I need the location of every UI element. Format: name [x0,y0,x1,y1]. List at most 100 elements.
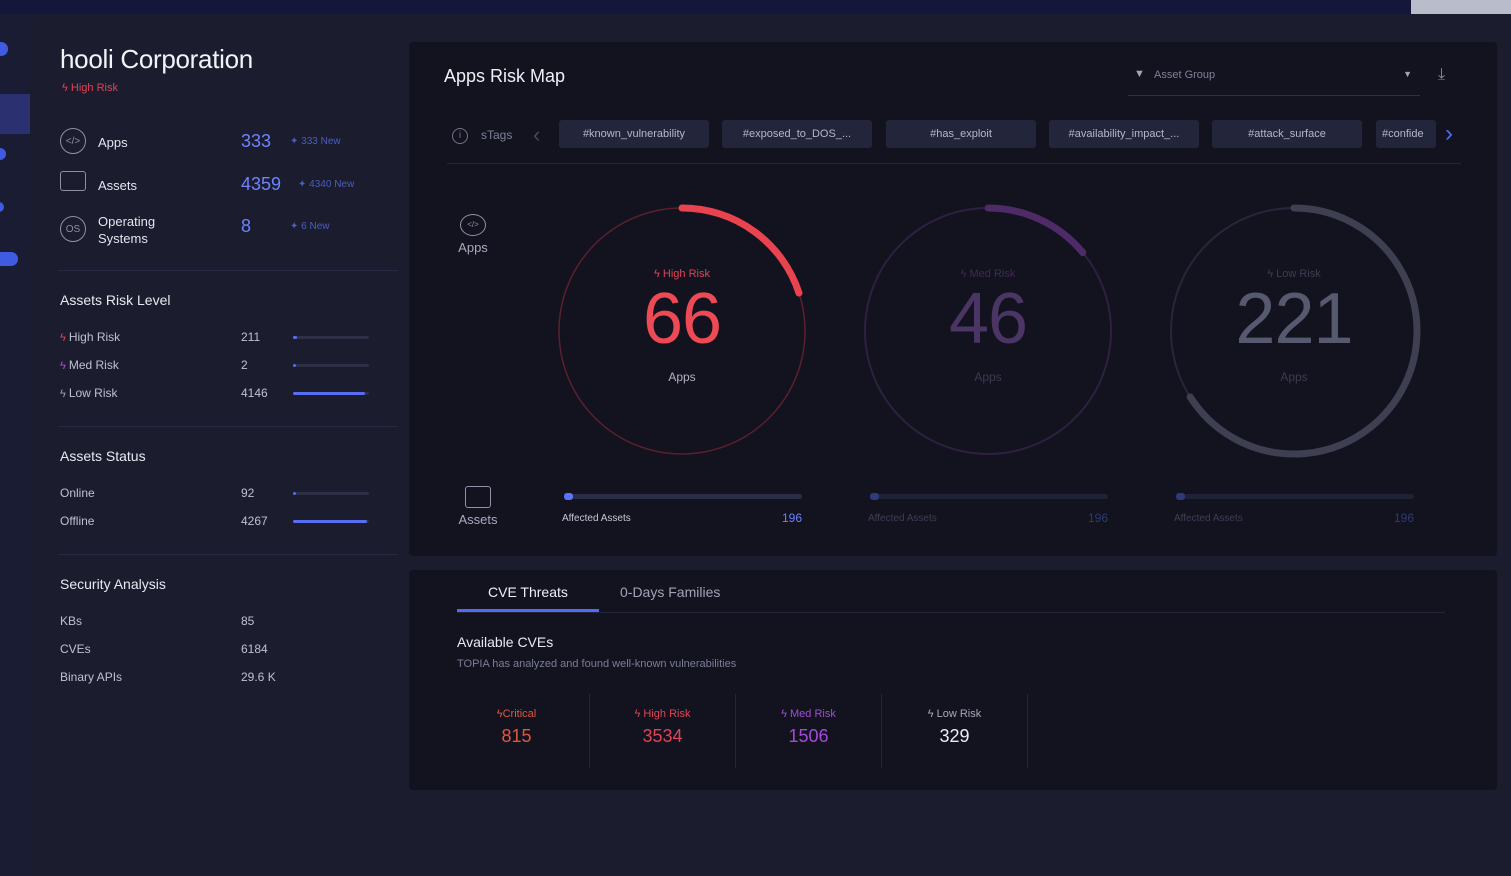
assets-status-online-value: 92 [241,486,255,500]
active-tab-indicator [457,609,599,612]
bar-fill [293,336,297,339]
cve-high[interactable]: ϟ High Risk 3534 [590,694,736,768]
apps-icon: </> [60,128,86,154]
assets-row-label: Assets [448,486,508,527]
gauge-low-value: 221 [1235,279,1353,359]
assets-status-offline-bar [293,520,369,523]
asset-group-dropdown[interactable]: ▼ Asset Group ▼ [1128,62,1420,96]
assets-risk-high-bar [293,336,369,339]
affected-marker [1176,493,1185,500]
cve-low-value: 329 [939,726,970,746]
filter-icon: ▼ [1134,68,1145,80]
monitor-icon [60,171,86,191]
top-right-corner [1411,0,1511,14]
tab-cve-threats[interactable]: CVE Threats [488,584,568,600]
assets-status-offline-value: 4267 [241,514,268,528]
assets-risk-low-label: ϟ Low Risk [60,386,118,400]
affected-assets-low: Affected Assets 196 [1174,490,1414,530]
bar-fill [293,520,368,523]
affected-track [872,494,1108,499]
affected-value: 196 [1393,511,1414,525]
security-cves-label: CVEs [60,642,91,656]
affected-marker [870,493,879,500]
nav-dot-1[interactable] [0,42,8,56]
download-icon[interactable]: ⤓ [1438,66,1445,84]
assets-status-online-bar [293,492,369,495]
overview-apps-value: 333 [241,131,272,151]
cve-critical-value: 815 [501,726,532,746]
cve-critical[interactable]: ϟCritical 815 [444,694,590,768]
assets-risk-title: Assets Risk Level [60,292,171,308]
cve-med[interactable]: ϟ Med Risk 1506 [736,694,882,768]
tag-chip[interactable]: #availability_impact_... [1049,120,1199,148]
cve-med-value: 1506 [788,726,829,746]
affected-assets-high: Affected Assets 196 [562,490,802,530]
nav-pill[interactable] [0,252,18,266]
top-strip [0,0,1511,14]
bar-fill [293,364,297,367]
security-kbs-label: KBs [60,614,83,628]
cve-low[interactable]: ϟ Low Risk 329 [882,694,1028,768]
assets-status-offline-label: Offline [60,514,95,528]
info-icon[interactable]: i [452,128,468,144]
tag-chip[interactable]: #attack_surface [1212,120,1362,148]
security-binary-value: 29.6 K [241,670,276,684]
divider [58,426,398,427]
bar-fill [293,492,297,495]
nav-dot-2[interactable] [0,148,6,160]
gauge-arc [984,204,1087,257]
tag-chip[interactable]: #has_exploit [886,120,1036,148]
affected-marker [564,493,573,500]
overview-assets[interactable]: Assets 4359 ✦ 4340 New [60,171,354,194]
left-nav-rail [0,14,30,876]
company-name: hooli Corporation [60,44,253,74]
cve-low-label: ϟ Low Risk [927,708,982,720]
tab-0-days-families[interactable]: 0-Days Families [620,584,720,600]
assets-risk-low-value: 4146 [241,386,268,400]
overview-os-value: 8 [241,216,252,236]
nav-dot-3[interactable] [0,202,4,212]
os-icon: OS [60,216,86,242]
security-cves-value: 6184 [241,642,268,656]
security-kbs-value: 85 [241,614,255,628]
bar-fill [293,392,366,395]
divider [58,554,398,555]
overview-os-label: Operating Systems [98,214,156,246]
affected-value: 196 [781,511,802,525]
security-title: Security Analysis [60,576,166,592]
gauge-med-unit: Apps [974,370,1002,384]
gauge-med[interactable]: ϟ Med Risk 46 Apps [878,268,1098,384]
assets-risk-low-bar [293,392,369,395]
gauge-high[interactable]: ϟ High Risk 66 Apps [572,268,792,384]
chevron-down-icon: ▼ [1403,69,1412,79]
cve-high-label: ϟ High Risk [634,708,691,720]
affected-label: Affected Assets [868,513,937,524]
gauge-med-value: 46 [948,279,1028,359]
nav-active-item[interactable] [0,94,30,134]
chevron-left-icon[interactable]: ‹ [533,122,540,148]
gauge-low[interactable]: ϟ Low Risk 221 Apps [1184,268,1404,384]
affected-label: Affected Assets [562,513,631,524]
chevron-right-icon[interactable]: › [1445,120,1453,148]
overview-apps-label: Apps [98,135,128,150]
asset-group-label: Asset Group [1154,69,1216,81]
overview-apps-new: ✦ 333 New [290,136,341,147]
cve-med-label: ϟ Med Risk [781,708,836,720]
tag-chip[interactable]: #exposed_to_DOS_... [722,120,872,148]
company-risk-badge: ϟ High Risk [62,82,118,94]
tag-chip[interactable]: #confide [1376,120,1436,148]
tags-label: sTags [481,128,513,142]
tabs-divider [457,612,1445,613]
overview-assets-value: 4359 [241,174,282,194]
tag-chip[interactable]: #known_vulnerability [559,120,709,148]
affected-value: 196 [1087,511,1108,525]
security-binary-label: Binary APIs [60,670,123,684]
overview-os[interactable]: OS Operating Systems 8 ✦ 6 New [60,214,330,246]
assets-status-title: Assets Status [60,448,146,464]
overview-os-new: ✦ 6 New [290,221,330,232]
assets-risk-med-value: 2 [241,358,248,372]
overview-apps[interactable]: </> Apps 333 ✦ 333 New [60,128,341,154]
available-cves-subtitle: TOPIA has analyzed and found well-known … [457,658,737,670]
overview-assets-new: ✦ 4340 New [298,179,355,190]
overview-assets-label: Assets [98,178,138,193]
